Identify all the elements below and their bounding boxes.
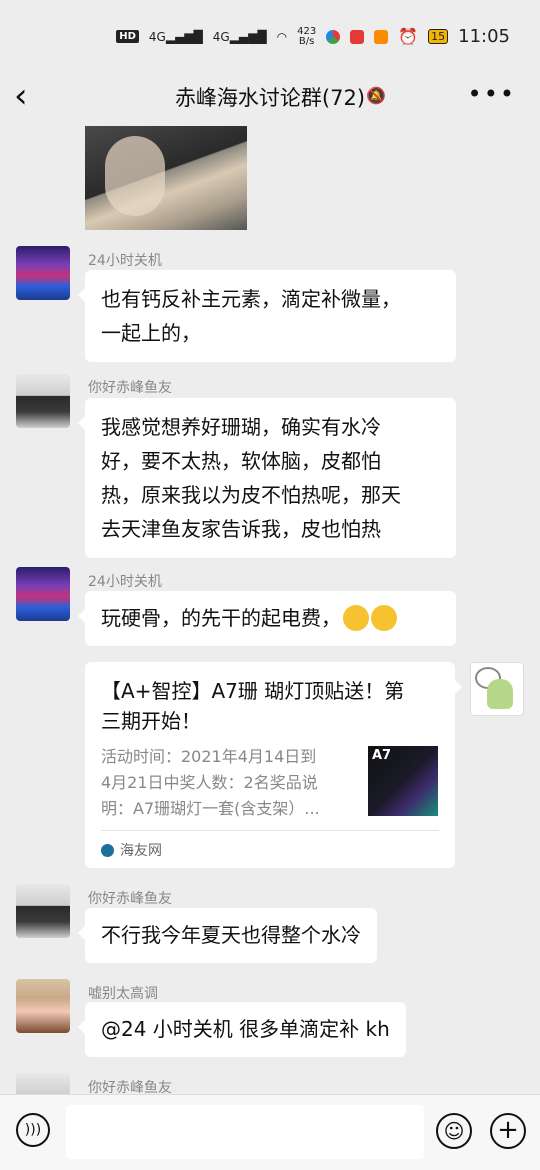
clock: 11:05 [458, 26, 510, 47]
message-input[interactable] [66, 1105, 424, 1159]
card-desc-line: 活动时间：2021年4月14日到 [101, 747, 317, 766]
source-name: 海友网 [120, 843, 162, 859]
divider [101, 830, 439, 831]
avatar[interactable] [16, 567, 70, 621]
card-title-line: 【A+智控】A7珊 瑚灯顶贴送！第 [101, 679, 405, 703]
message-list[interactable]: 24小时关机 也有钙反补主元素，滴定补微量， 一起上的， 你好赤峰鱼友 我感觉想… [0, 126, 540, 1094]
sender-name: 你好赤峰鱼友 [88, 380, 172, 396]
app-notification-icon [350, 29, 365, 44]
hd-icon: HD [116, 30, 139, 43]
message-text: 玩硬骨，的先干的起电费， [101, 606, 341, 630]
message-line: 一起上的， [101, 321, 201, 345]
app-notification-icon [374, 29, 389, 44]
alarm-icon: ⏰ [398, 27, 419, 46]
voice-icon[interactable]: ))) [16, 1113, 50, 1147]
link-card[interactable]: 【A+智控】A7珊 瑚灯顶贴送！第 三期开始！ 活动时间：2021年4月14日到… [85, 662, 462, 868]
card-thumb-label: A7 [372, 748, 392, 763]
card-desc-line: 明：A7珊瑚灯一套(含支架）... [101, 799, 320, 818]
sender-name: 你好赤峰鱼友 [88, 891, 172, 907]
speed-unit: B/s [298, 35, 315, 47]
wifi-icon: ◠ [276, 29, 288, 44]
message-line: 好，要不太热，软体脑，皮都怕 [101, 449, 381, 473]
source-logo-icon [101, 843, 114, 857]
card-description: 活动时间：2021年4月14日到 4月21日中奖人数：2名奖品说 明：A7珊瑚灯… [101, 744, 359, 822]
avatar[interactable] [16, 1073, 70, 1094]
message-bubble[interactable]: 玩硬骨，的先干的起电费， [78, 591, 456, 646]
card-title: 【A+智控】A7珊 瑚灯顶贴送！第 三期开始！ [101, 676, 439, 736]
message-line: 也有钙反补主元素，滴定补微量， [101, 287, 401, 311]
message-text: 不行我今年夏天也得整个水冷 [101, 923, 361, 947]
sender-name: 24小时关机 [88, 253, 162, 269]
message-bubble[interactable]: 我感觉想养好珊瑚，确实有水冷 好，要不太热，软体脑，皮都怕 热，原来我以为皮不怕… [78, 398, 456, 558]
signal-label: 4G [212, 29, 230, 44]
avatar[interactable] [16, 374, 70, 428]
avatar[interactable] [16, 979, 70, 1033]
bell-off-icon: 🔕 [366, 86, 386, 105]
thinking-emoji-icon [343, 604, 369, 631]
message-line: 我感觉想养好珊瑚，确实有水冷 [101, 415, 381, 439]
image-message[interactable] [85, 126, 247, 230]
chat-header: ‹ 赤峰海水讨论群(72) 🔕 ••• [0, 68, 540, 126]
emoji-icon[interactable]: ☺ [436, 1113, 472, 1149]
avatar[interactable] [16, 246, 70, 300]
network-speed: 423 B/s [297, 26, 316, 47]
card-desc-line: 4月21日中奖人数：2名奖品说 [101, 773, 318, 792]
message-bubble[interactable]: 不行我今年夏天也得整个水冷 [78, 908, 377, 963]
status-bar: HD 4G▂▄▆█ 4G▂▄▆█ ◠ 423 B/s ⏰ 15 11:05 [0, 0, 540, 68]
message-line: 去天津鱼友家告诉我，皮也怕热 [101, 517, 381, 541]
input-bar: ))) ☺ + [0, 1094, 540, 1170]
more-dots-icon[interactable]: ••• [468, 80, 516, 108]
sender-name: 你好赤峰鱼友 [88, 1080, 172, 1094]
avatar[interactable] [16, 884, 70, 938]
thinking-emoji-icon [371, 604, 397, 631]
message-bubble[interactable]: 也有钙反补主元素，滴定补微量， 一起上的， [78, 270, 456, 362]
message-line: 热，原来我以为皮不怕热呢，那天 [101, 483, 401, 507]
card-source: 海友网 [101, 840, 162, 860]
dinosaur-icon [487, 679, 513, 709]
group-title: 赤峰海水讨论群(72) [174, 86, 366, 110]
signal-icon: 4G▂▄▆█ [148, 29, 203, 44]
sender-name: 嘘别太高调 [88, 986, 158, 1002]
card-title-line: 三期开始！ [101, 709, 201, 733]
sender-name: 24小时关机 [88, 574, 162, 590]
message-bubble[interactable]: @24 小时关机 很多单滴定补 kh [78, 1002, 406, 1057]
avatar[interactable] [470, 662, 524, 716]
message-text: @24 小时关机 很多单滴定补 kh [101, 1017, 390, 1041]
signal-icon: 4G▂▄▆█ [212, 29, 267, 44]
app-notification-icon [326, 29, 341, 44]
signal-label: 4G [148, 29, 166, 44]
plus-icon[interactable]: + [490, 1113, 526, 1149]
card-thumbnail: A7 [368, 746, 438, 816]
battery-icon: 15 [428, 29, 449, 44]
